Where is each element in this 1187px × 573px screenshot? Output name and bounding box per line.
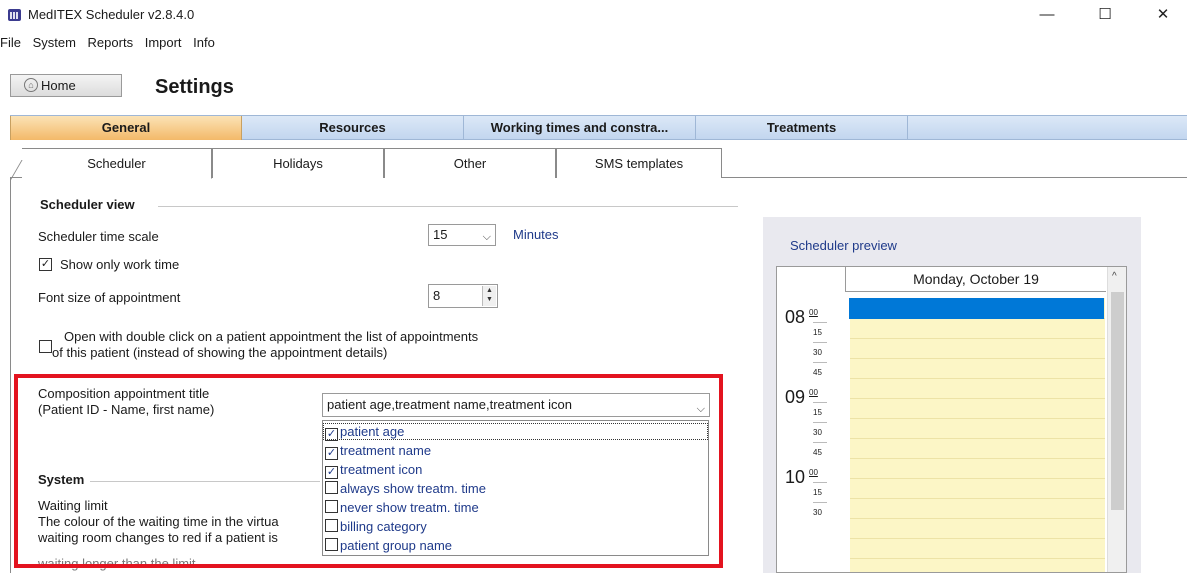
subtab-sms-templates[interactable]: SMS templates	[556, 148, 722, 178]
quarter-label: 00	[809, 468, 818, 477]
spinner-arrows-icon[interactable]: ▲ ▼	[482, 286, 496, 306]
slot-divider	[850, 458, 1105, 459]
chevron-down-icon: ⌵	[482, 231, 491, 243]
time-column: 08 00 15 30 45 09 00 15 30 45 10 00 15 3…	[777, 292, 845, 572]
tab-resources[interactable]: Resources	[242, 116, 464, 140]
sub-tab-bar: Scheduler Holidays Other SMS templates	[10, 148, 1187, 179]
home-icon: ⌂	[24, 78, 38, 92]
maximize-button[interactable]: ☐	[1093, 6, 1117, 24]
quarter-label: 00	[809, 388, 818, 397]
slot-divider	[850, 358, 1105, 359]
slot-divider	[850, 538, 1105, 539]
quarter-divider	[813, 422, 827, 423]
slot-divider	[850, 398, 1105, 399]
time-scale-unit: Minutes	[513, 227, 559, 242]
slot-divider	[850, 418, 1105, 419]
menu-bar: File System Reports Import Info	[0, 35, 217, 55]
slot-divider	[850, 498, 1105, 499]
page-title: Settings	[155, 76, 234, 98]
subtab-other[interactable]: Other	[384, 148, 556, 178]
hour-label: 10	[785, 467, 806, 487]
double-click-label-line2: of this patient (instead of showing the …	[52, 345, 388, 360]
section-divider	[158, 206, 738, 207]
slot-divider	[850, 438, 1105, 439]
quarter-label: 00	[809, 308, 818, 317]
section-title-scheduler-view: Scheduler view	[40, 197, 135, 212]
quarter-divider	[813, 502, 827, 503]
slot-divider	[850, 478, 1105, 479]
quarter-divider	[813, 322, 827, 323]
menu-import[interactable]: Import	[145, 35, 182, 50]
font-size-label: Font size of appointment	[38, 290, 181, 305]
menu-system[interactable]: System	[33, 35, 76, 50]
quarter-divider	[813, 362, 827, 363]
menu-file[interactable]: File	[0, 35, 21, 50]
font-size-spinner[interactable]: 8 ▲ ▼	[428, 284, 498, 308]
quarter-label: 15	[813, 408, 822, 417]
double-click-label-line1: Open with double click on a patient appo…	[64, 329, 479, 344]
quarter-divider	[813, 442, 827, 443]
quarter-label: 15	[813, 328, 822, 337]
quarter-divider	[813, 482, 827, 483]
subtab-scheduler[interactable]: Scheduler	[22, 148, 212, 179]
title-bar: MedITEX Scheduler v2.8.4.0 — ☐ ✕	[0, 0, 1187, 30]
time-scale-label: Scheduler time scale	[38, 229, 159, 244]
tab-working-times[interactable]: Working times and constra...	[464, 116, 696, 140]
scrollbar-thumb[interactable]	[1111, 292, 1124, 510]
font-size-value: 8	[433, 288, 441, 303]
time-scale-select[interactable]: 15 ⌵	[428, 224, 496, 246]
appointment-block[interactable]	[849, 298, 1104, 319]
main-tab-bar: General Resources Working times and cons…	[10, 115, 1187, 140]
chevron-up-icon[interactable]: ^	[1112, 271, 1117, 282]
quarter-label: 30	[813, 428, 822, 437]
quarter-label: 45	[813, 368, 822, 377]
close-button[interactable]: ✕	[1151, 6, 1175, 24]
tab-treatments[interactable]: Treatments	[696, 116, 908, 140]
slot-divider	[850, 338, 1105, 339]
calendar-scrollbar[interactable]: ^	[1107, 267, 1126, 572]
show-work-time-checkbox[interactable]: ✓	[39, 258, 52, 271]
quarter-label: 30	[813, 348, 822, 357]
tab-general[interactable]: General	[10, 116, 242, 140]
quarter-divider	[813, 342, 827, 343]
show-work-time-label: Show only work time	[60, 257, 180, 272]
home-button[interactable]: ⌂ Home	[10, 74, 122, 97]
quarter-divider	[813, 402, 827, 403]
preview-title: Scheduler preview	[790, 238, 897, 253]
hour-label: 08	[785, 307, 806, 327]
menu-reports[interactable]: Reports	[88, 35, 134, 50]
time-slots[interactable]	[850, 298, 1105, 572]
subtab-holidays[interactable]: Holidays	[212, 148, 384, 178]
quarter-label: 45	[813, 448, 822, 457]
quarter-label: 15	[813, 488, 822, 497]
slot-divider	[850, 558, 1105, 559]
time-scale-value: 15	[433, 227, 448, 242]
app-calendar-icon	[8, 9, 21, 21]
quarter-label: 30	[813, 508, 822, 517]
highlight-box	[14, 374, 723, 568]
day-header: Monday, October 19	[845, 267, 1106, 292]
double-click-checkbox[interactable]	[39, 340, 52, 353]
slot-divider	[850, 378, 1105, 379]
minimize-button[interactable]: —	[1035, 6, 1059, 24]
slot-divider	[850, 518, 1105, 519]
home-button-label: Home	[41, 78, 76, 93]
window-title: MedITEX Scheduler v2.8.4.0	[28, 7, 195, 22]
hour-label: 09	[785, 387, 806, 407]
menu-info[interactable]: Info	[193, 35, 215, 50]
